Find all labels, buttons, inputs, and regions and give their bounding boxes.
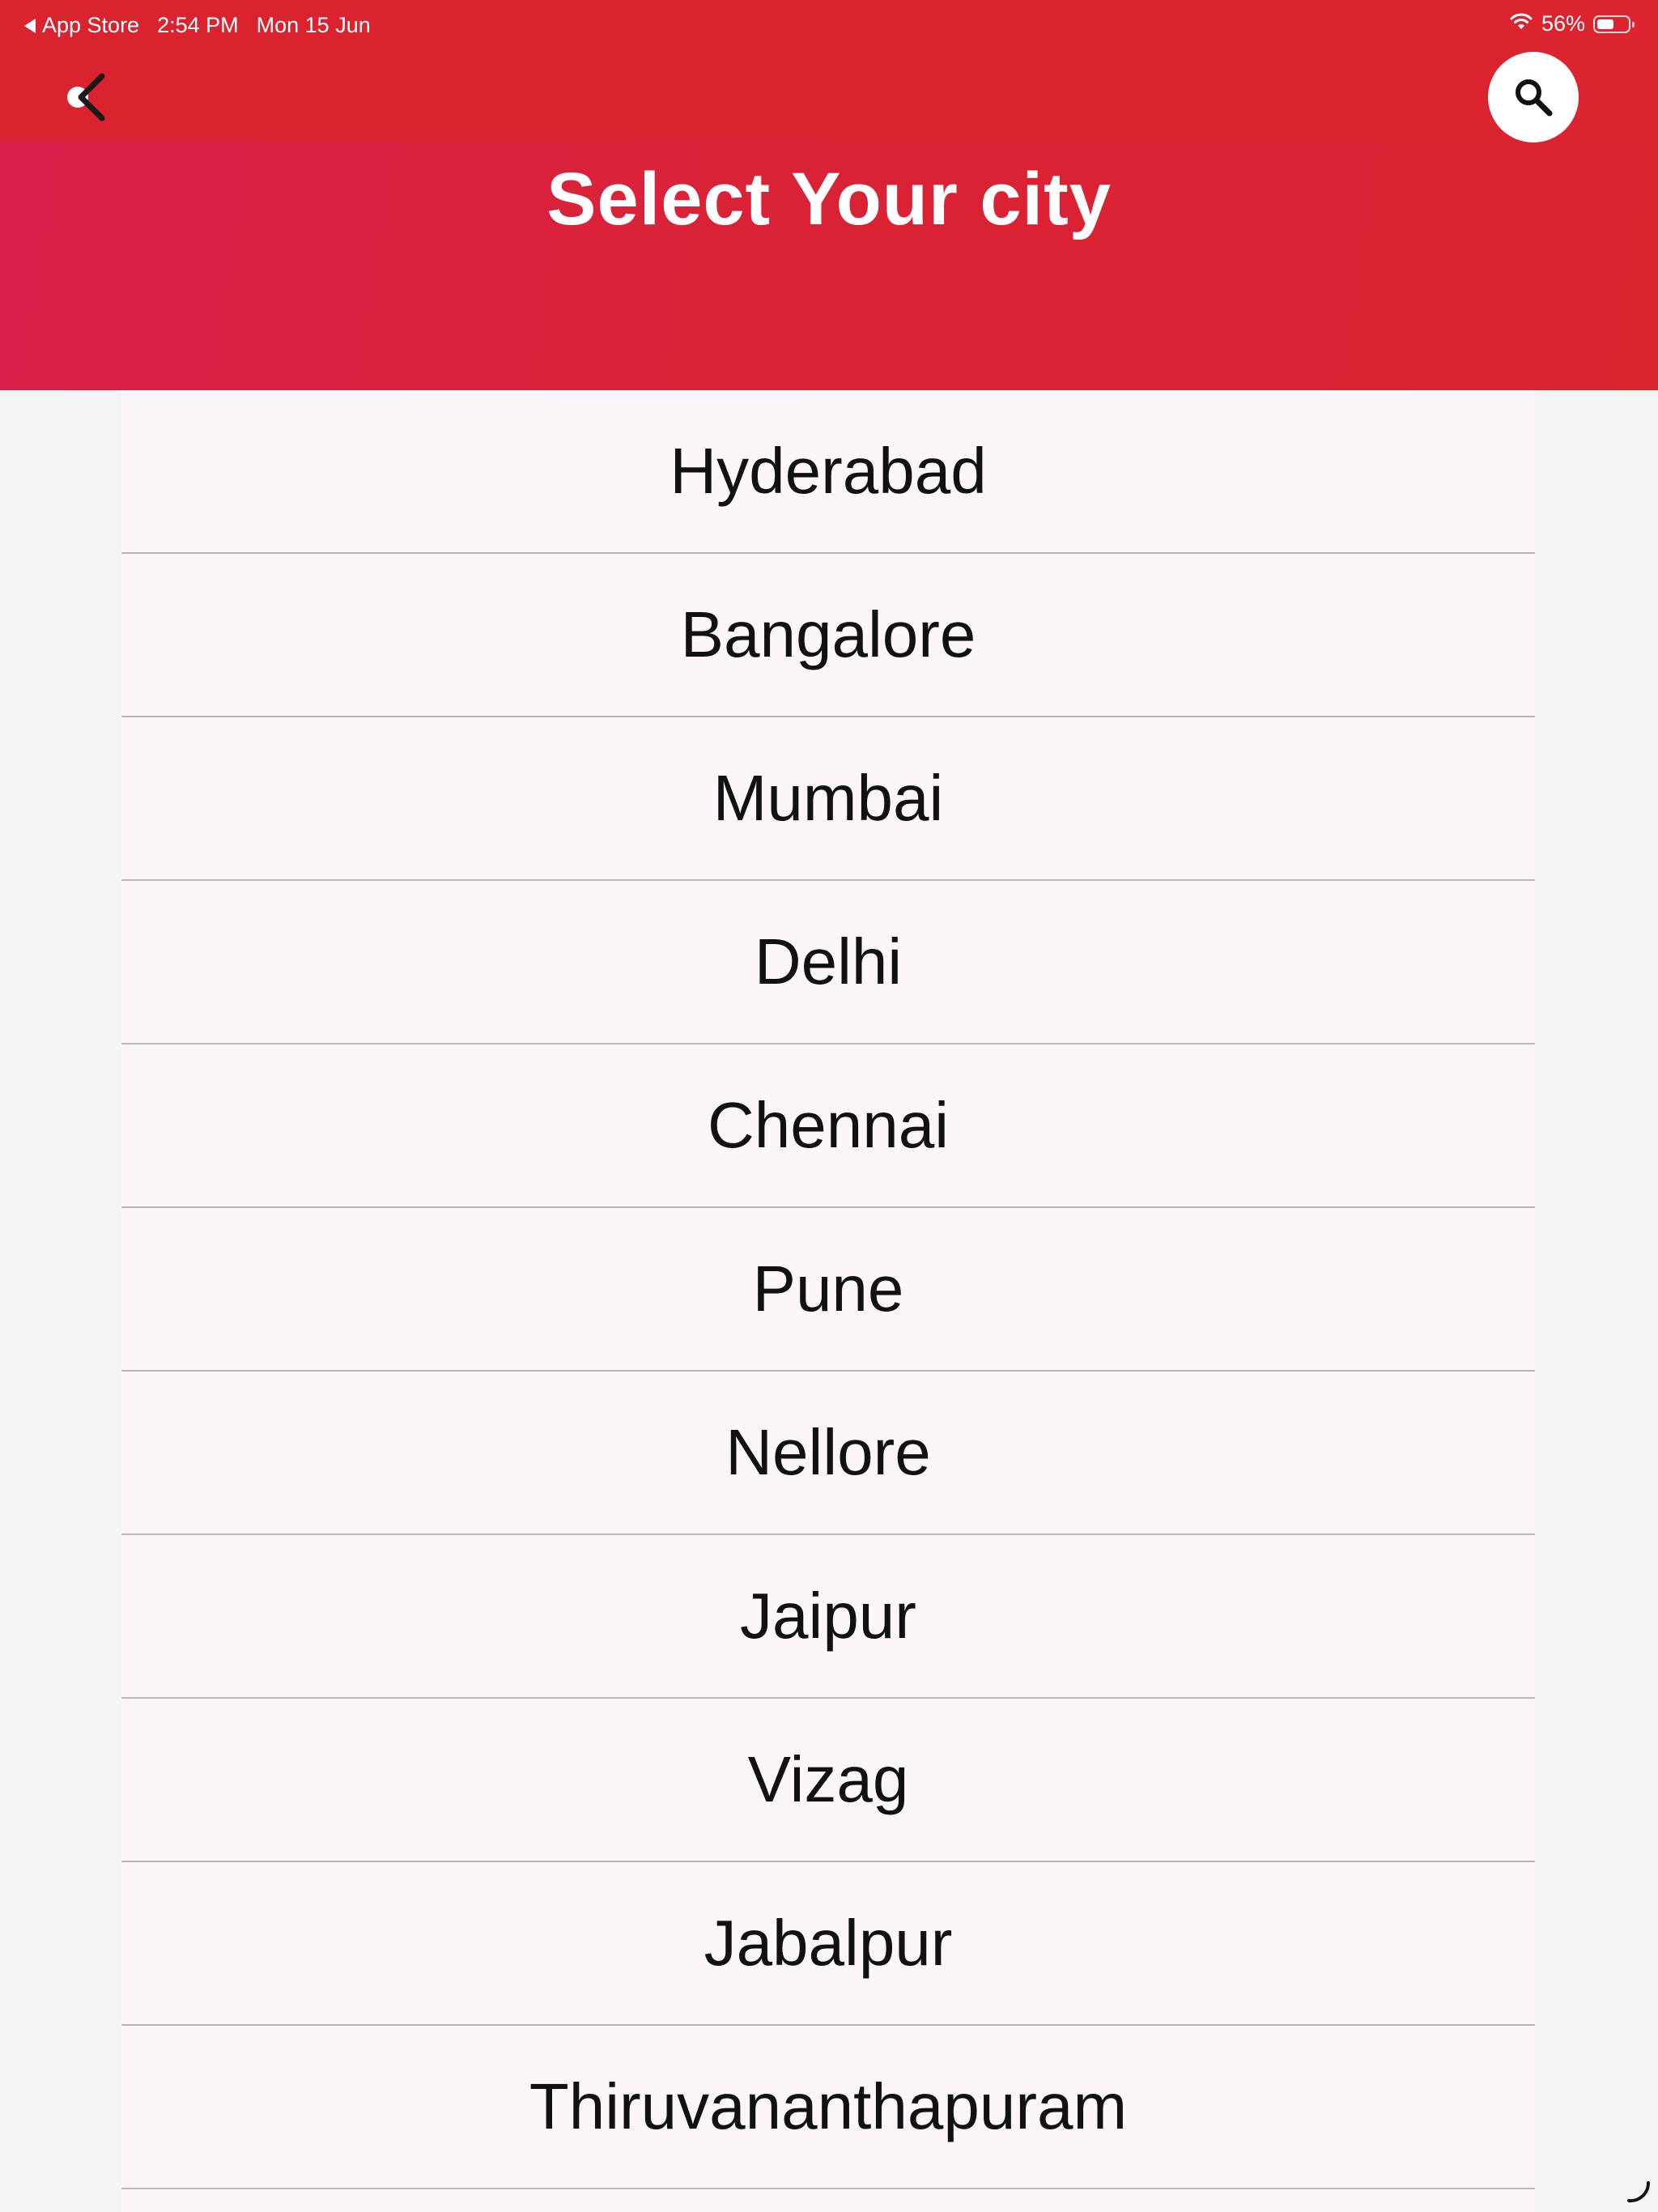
- back-to-app-label[interactable]: App Store: [42, 13, 139, 38]
- chevron-left-icon: [67, 73, 105, 121]
- battery-percent: 56%: [1541, 11, 1585, 36]
- status-bar: App Store 2:54 PM Mon 15 Jun 56%: [0, 0, 1658, 52]
- search-icon: [1516, 79, 1553, 117]
- status-date: Mon 15 Jun: [256, 13, 371, 37]
- city-select-screen: App Store 2:54 PM Mon 15 Jun 56% Select …: [0, 0, 1658, 2212]
- status-right: 56%: [1509, 11, 1635, 36]
- page-title: Select Your city: [546, 158, 1112, 240]
- city-item[interactable]: Vizag: [121, 1699, 1535, 1862]
- city-item[interactable]: Bangalore: [121, 554, 1535, 717]
- city-item[interactable]: Chennai: [121, 1044, 1535, 1208]
- loading-spinner-icon: [1627, 2181, 1651, 2203]
- battery-icon: [1593, 15, 1635, 33]
- search-button[interactable]: [1488, 52, 1579, 143]
- city-item[interactable]: Mumbai: [121, 717, 1535, 881]
- back-to-app-icon[interactable]: [24, 18, 36, 33]
- status-left: App Store 2:54 PM Mon 15 Jun: [24, 13, 371, 38]
- battery-fill: [1597, 19, 1613, 29]
- city-item[interactable]: Nellore: [121, 1372, 1535, 1535]
- city-item[interactable]: Jabalpur: [121, 1862, 1535, 2026]
- city-item[interactable]: Hyderabad: [121, 390, 1535, 554]
- city-item[interactable]: Thiruvananthapuram: [121, 2026, 1535, 2189]
- status-time: 2:54 PM: [157, 13, 239, 37]
- city-list: Hyderabad Bangalore Mumbai Delhi Chennai Pune…: [121, 390, 1535, 2212]
- wifi-icon: [1509, 11, 1533, 36]
- city-item[interactable]: Delhi: [121, 881, 1535, 1044]
- city-item[interactable]: Pune: [121, 1208, 1535, 1372]
- city-item[interactable]: Jaipur: [121, 1535, 1535, 1699]
- back-button[interactable]: [55, 66, 117, 128]
